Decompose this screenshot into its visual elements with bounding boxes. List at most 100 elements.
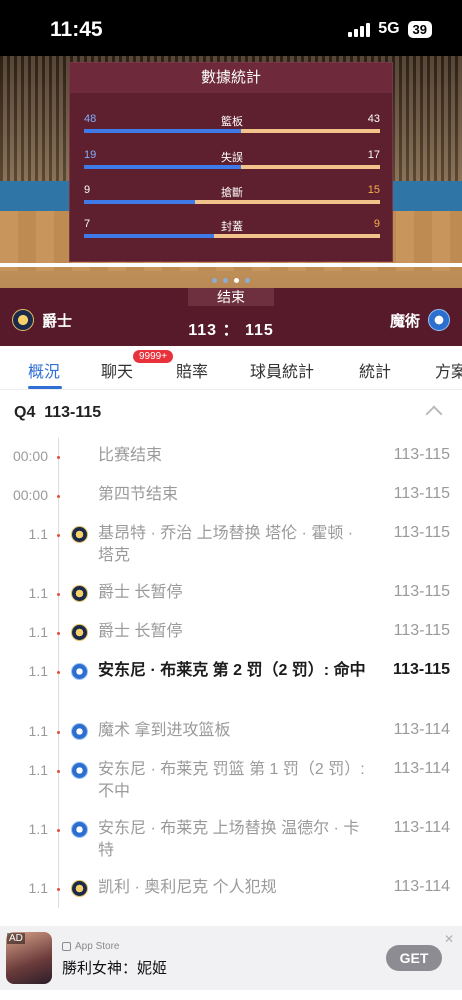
tab-player-stats[interactable]: 球員統計 bbox=[250, 358, 314, 382]
event-description: 安东尼 · 布莱克 罚篮 第 1 罚（2 罚）: 不中 bbox=[98, 761, 365, 800]
event-score: 113-114 bbox=[393, 878, 450, 895]
event-score: 113-115 bbox=[393, 446, 450, 463]
jazz-logo-icon bbox=[71, 624, 88, 641]
magic-logo-icon bbox=[71, 762, 88, 779]
stat-away-value: 15 bbox=[367, 184, 380, 196]
stat-row: 7 封蓋 9 bbox=[84, 218, 380, 238]
stat-bar-home-fill bbox=[84, 200, 195, 204]
ad-tag: AD bbox=[7, 933, 25, 944]
timeline-dot bbox=[57, 770, 60, 773]
signal-icon bbox=[348, 21, 371, 37]
ad-title: 勝利女神：妮姬 bbox=[62, 960, 168, 977]
stat-away-value: 9 bbox=[373, 218, 380, 230]
event-description: 爵士 长暂停 bbox=[98, 623, 183, 640]
event-time: 1.1 bbox=[28, 880, 48, 896]
quarter-label: Q4 bbox=[14, 404, 36, 421]
get-button[interactable]: GET bbox=[386, 945, 442, 971]
stat-bar-home-fill bbox=[84, 129, 241, 133]
stat-label: 搶斷 bbox=[221, 187, 243, 199]
event-score: 113-114 bbox=[393, 760, 450, 777]
stat-bar bbox=[84, 165, 380, 169]
magic-logo-icon bbox=[428, 309, 450, 331]
quarter-header[interactable]: Q4 113-115 bbox=[14, 404, 101, 422]
event-description: 凯利 · 奥利尼克 个人犯规 bbox=[98, 879, 277, 896]
event-description: 安东尼 · 布莱克 上场替换 温德尔 · 卡特 bbox=[98, 820, 360, 859]
tab-bar: 概況 聊天 9999+ 賠率 球員統計 統計 方案 bbox=[0, 346, 462, 390]
app-store-icon bbox=[62, 942, 71, 951]
tab-plans[interactable]: 方案 bbox=[435, 358, 462, 382]
stats-carousel[interactable]: 數據統計 48 籃板 43 19 失誤 17 9 搶斷 15 7 封蓋 9 bbox=[0, 56, 462, 288]
event-score: 113-114 bbox=[393, 819, 450, 836]
event-description: 安东尼 · 布莱克 第 2 罚（2 罚）: 命中 bbox=[98, 662, 366, 679]
event-score: 113-115 bbox=[393, 524, 450, 541]
ad-store-label: App Store bbox=[62, 941, 119, 952]
quarter-score: 113-115 bbox=[44, 404, 102, 421]
stat-bar-home-fill bbox=[84, 165, 241, 169]
timeline-dot bbox=[57, 671, 60, 674]
jazz-logo-icon bbox=[71, 585, 88, 602]
away-team[interactable]: 魔術 bbox=[390, 309, 450, 331]
tab-overview[interactable]: 概況 bbox=[28, 358, 60, 382]
stat-away-value: 43 bbox=[367, 113, 380, 125]
event-description: 第四节结束 bbox=[98, 486, 179, 503]
pager-dot[interactable] bbox=[245, 278, 250, 283]
tab-odds[interactable]: 賠率 bbox=[176, 358, 208, 382]
timeline-dot bbox=[57, 731, 60, 734]
event-time: 1.1 bbox=[28, 821, 48, 837]
magic-logo-icon bbox=[71, 723, 88, 740]
timeline-dot bbox=[57, 829, 60, 832]
ad-store-text: App Store bbox=[75, 941, 120, 952]
stat-row: 9 搶斷 15 bbox=[84, 184, 380, 204]
event-time: 1.1 bbox=[28, 663, 48, 679]
ad-banner[interactable]: AD App Store 勝利女神：妮姬 GET ✕ bbox=[0, 926, 462, 990]
timeline-dot bbox=[57, 495, 60, 498]
tab-chat[interactable]: 聊天 bbox=[101, 358, 133, 382]
event-description: 爵士 长暂停 bbox=[98, 584, 183, 601]
timeline-dot bbox=[57, 632, 60, 635]
event-score: 113-115 bbox=[393, 661, 450, 678]
event-score: 113-114 bbox=[393, 721, 450, 738]
away-team-name: 魔術 bbox=[389, 312, 420, 330]
stat-bar bbox=[84, 200, 380, 204]
event-description: 魔术 拿到进攻篮板 bbox=[98, 722, 231, 739]
status-icons: 5G 39 bbox=[348, 20, 432, 38]
pager-dot[interactable] bbox=[223, 278, 228, 283]
status-bar: 11:45 5G 39 bbox=[0, 0, 462, 56]
timeline-dot bbox=[57, 593, 60, 596]
close-icon[interactable]: ✕ bbox=[444, 932, 454, 946]
network-label: 5G bbox=[378, 20, 400, 37]
pager-dot[interactable] bbox=[234, 278, 239, 283]
match-status: 结束 bbox=[188, 288, 274, 306]
court-line bbox=[0, 263, 462, 267]
event-time: 1.1 bbox=[28, 723, 48, 739]
stats-panel: 數據統計 48 籃板 43 19 失誤 17 9 搶斷 15 7 封蓋 9 bbox=[69, 62, 393, 262]
tab-stats[interactable]: 統計 bbox=[359, 358, 391, 382]
stat-away-value: 17 bbox=[367, 149, 380, 161]
timeline-dot bbox=[57, 888, 60, 891]
status-time: 11:45 bbox=[50, 18, 103, 41]
chevron-up-icon[interactable] bbox=[425, 405, 443, 423]
event-score: 113-115 bbox=[393, 583, 450, 600]
stat-label: 籃板 bbox=[221, 116, 243, 128]
event-time: 00:00 bbox=[12, 487, 48, 503]
pager-dot[interactable] bbox=[212, 278, 217, 283]
carousel-pager[interactable] bbox=[0, 270, 462, 288]
event-time: 1.1 bbox=[28, 526, 48, 542]
active-tab-indicator bbox=[28, 386, 62, 389]
event-score: 113-115 bbox=[393, 622, 450, 639]
magic-logo-icon bbox=[71, 663, 88, 680]
timeline-dot bbox=[57, 534, 60, 537]
stat-label: 失誤 bbox=[221, 152, 243, 164]
event-time: 1.1 bbox=[28, 762, 48, 778]
stats-panel-title: 數據統計 bbox=[70, 63, 392, 93]
battery-icon: 39 bbox=[407, 20, 432, 38]
timeline-dot bbox=[57, 456, 60, 459]
stat-row: 19 失誤 17 bbox=[84, 149, 380, 169]
jazz-logo-icon bbox=[71, 880, 88, 897]
event-description: 基昂特 · 乔治 上场替换 塔伦 · 霍顿 · 塔克 bbox=[98, 525, 354, 564]
event-score: 113-115 bbox=[393, 485, 450, 502]
scoreboard: 结束 爵士 113 ： 115 魔術 bbox=[0, 288, 462, 346]
stat-label: 封蓋 bbox=[221, 221, 243, 233]
event-description: 比赛结束 bbox=[98, 447, 163, 464]
event-time: 1.1 bbox=[28, 624, 48, 640]
